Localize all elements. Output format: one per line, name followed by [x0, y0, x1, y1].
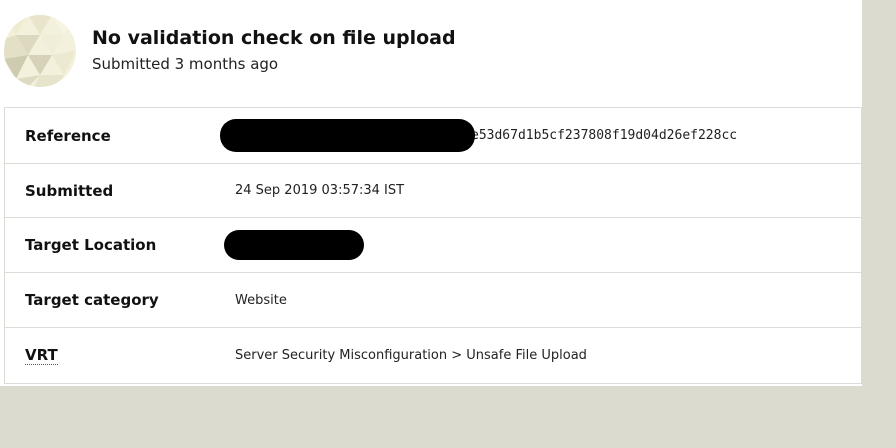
vrt-value: Server Security Misconfiguration > Unsaf…	[235, 348, 587, 363]
avatar-pattern-icon	[4, 15, 76, 87]
table-row-target-category: Target category Website	[5, 273, 861, 328]
reference-label: Reference	[25, 126, 111, 145]
vrt-label: VRT	[25, 328, 58, 383]
table-row-submitted: Submitted 24 Sep 2019 03:57:34 IST	[5, 164, 861, 218]
redaction-bar	[220, 119, 475, 152]
table-row-reference: Reference e53d67d1b5cf237808f19d04d26ef2…	[5, 108, 861, 164]
table-row-target-location: Target Location	[5, 218, 861, 273]
page-title: No validation check on file upload	[92, 27, 456, 49]
target-category-value: Website	[235, 292, 287, 308]
submitted-label: Submitted	[25, 181, 114, 200]
redaction-bar	[224, 230, 364, 260]
target-category-label: Target category	[25, 291, 159, 309]
table-row-vrt: VRT Server Security Misconfiguration > U…	[5, 328, 861, 384]
reference-value[interactable]: e53d67d1b5cf237808f19d04d26ef228cc	[471, 108, 737, 163]
submitted-value: 24 Sep 2019 03:57:34 IST	[235, 183, 405, 198]
vrt-abbreviation[interactable]: VRT	[25, 346, 58, 365]
submitted-ago: Submitted 3 months ago	[92, 55, 279, 73]
target-location-label: Target Location	[25, 236, 157, 254]
avatar	[4, 15, 76, 87]
submission-panel: No validation check on file upload Submi…	[0, 0, 862, 386]
details-table: Reference e53d67d1b5cf237808f19d04d26ef2…	[4, 107, 862, 384]
